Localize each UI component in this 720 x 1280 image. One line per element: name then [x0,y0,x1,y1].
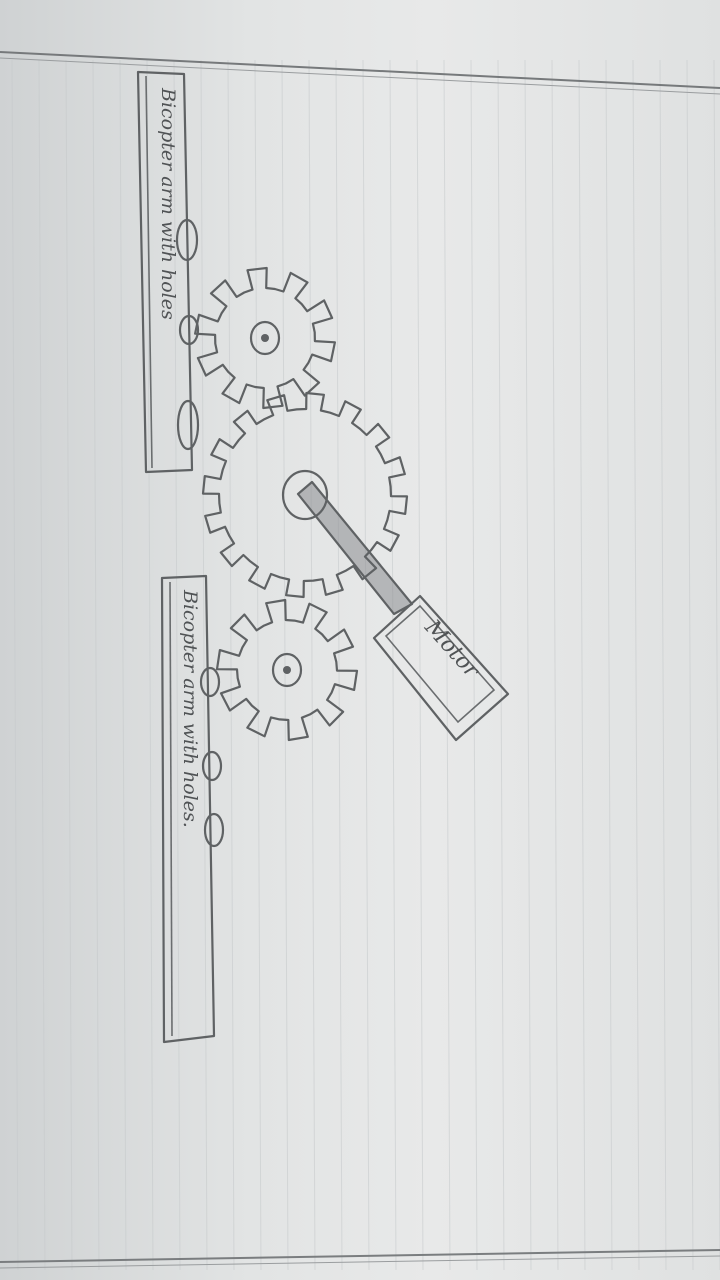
notebook-page: Bicopter arm with holes Bicopter arm wit… [0,0,720,1280]
motor-label: Motor [419,615,485,684]
gear-mechanism-sketch: Bicopter arm with holes Bicopter arm wit… [0,51,720,1271]
arm-hole [201,750,223,782]
top-bicopter-arm: Bicopter arm with holes [136,70,200,474]
bottom-gear [215,598,359,742]
top-gear [194,266,336,410]
top-margin-line [0,51,720,89]
motor: Motor [372,594,510,742]
bottom-arm-label: Bicopter arm with holes. [179,589,201,828]
top-arm-label: Bicopter arm with holes [157,87,179,320]
arm-hole [203,812,225,848]
bottom-bicopter-arm: Bicopter arm with holes. [160,574,225,1044]
motor-shaft [296,480,414,616]
ruled-lines [11,59,720,1271]
arm-hole [176,399,200,451]
